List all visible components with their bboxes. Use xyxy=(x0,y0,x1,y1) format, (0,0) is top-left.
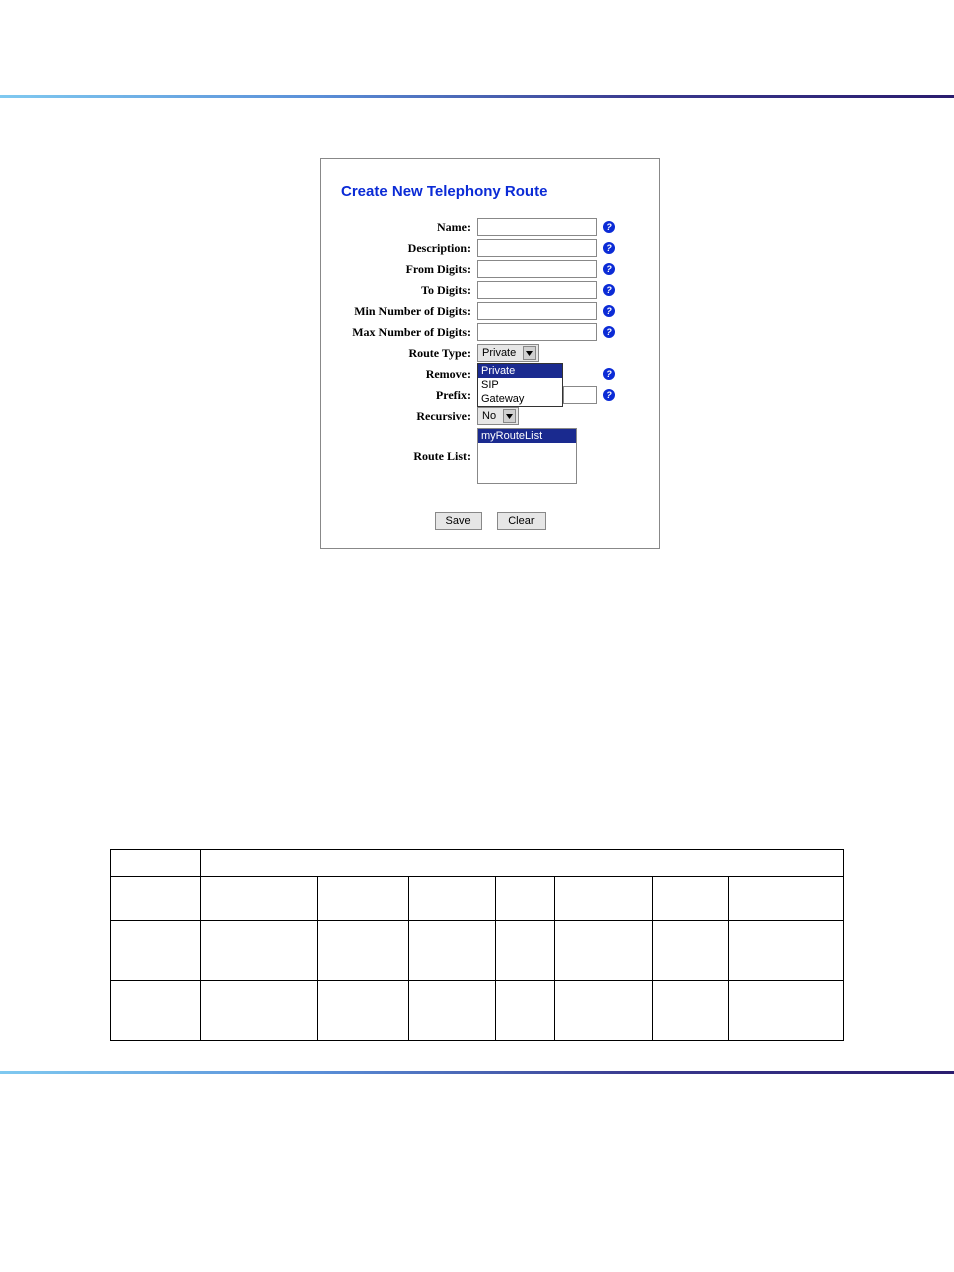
top-rule xyxy=(0,95,954,98)
routes-table: Telephony Route Properties Name From dig… xyxy=(110,849,844,1041)
label-from-digits: From Digits: xyxy=(341,260,477,277)
prefix-input[interactable] xyxy=(563,386,597,404)
recursive-selected: No xyxy=(482,410,496,422)
route-list-listbox[interactable]: myRouteList xyxy=(477,428,577,484)
from-digits-input[interactable] xyxy=(477,260,597,278)
label-route-type: Route Type: xyxy=(341,344,477,361)
help-icon[interactable]: ? xyxy=(603,368,615,380)
chevron-down-icon xyxy=(523,346,536,360)
label-route-list: Route List: xyxy=(341,449,477,464)
help-icon[interactable]: ? xyxy=(603,242,615,254)
recursive-select[interactable]: No xyxy=(477,407,519,425)
help-icon[interactable]: ? xyxy=(603,305,615,317)
row-name: Name: ? xyxy=(341,218,639,236)
table-row: Route 2 Private 2 600000 629999 6 6 0 0 xyxy=(111,981,844,1041)
name-input[interactable] xyxy=(477,218,597,236)
row-route-list: Route List: myRouteList xyxy=(341,428,639,484)
chevron-down-icon xyxy=(503,409,516,423)
route-type-dropdown[interactable]: Private SIP Gateway xyxy=(477,363,563,407)
route-type-select[interactable]: Private xyxy=(477,344,539,362)
th-blank xyxy=(111,850,201,877)
max-digits-input[interactable] xyxy=(477,323,597,341)
description-input[interactable] xyxy=(477,239,597,257)
dropdown-option-private[interactable]: Private xyxy=(478,364,562,378)
clear-button[interactable]: Clear xyxy=(497,512,545,530)
label-description: Description: xyxy=(341,239,477,256)
row-remove: Remove: ? Private SIP Gateway xyxy=(341,365,639,383)
label-prefix: Prefix: xyxy=(341,386,477,403)
route-type-selected: Private xyxy=(482,347,516,359)
label-to-digits: To Digits: xyxy=(341,281,477,298)
label-name: Name: xyxy=(341,218,477,235)
row-recursive: Recursive: No xyxy=(341,407,639,425)
row-max-digits: Max Number of Digits: ? xyxy=(341,323,639,341)
table-header-group-row: Telephony Route Properties xyxy=(111,850,844,877)
save-button[interactable]: Save xyxy=(435,512,482,530)
button-row: Save Clear xyxy=(341,512,639,530)
list-item[interactable]: myRouteList xyxy=(478,429,576,443)
help-icon[interactable]: ? xyxy=(603,221,615,233)
panel-title: Create New Telephony Route xyxy=(341,183,639,200)
label-recursive: Recursive: xyxy=(341,407,477,424)
create-route-panel: Create New Telephony Route Name: ? Descr… xyxy=(320,158,660,549)
help-icon[interactable]: ? xyxy=(603,326,615,338)
to-digits-input[interactable] xyxy=(477,281,597,299)
row-min-digits: Min Number of Digits: ? xyxy=(341,302,639,320)
help-icon[interactable]: ? xyxy=(603,284,615,296)
table-row: Route 1 Private 1 0 9 4 4 0 6 xyxy=(111,921,844,981)
min-digits-input[interactable] xyxy=(477,302,597,320)
dropdown-option-gateway[interactable]: Gateway xyxy=(478,392,562,406)
label-min-digits: Min Number of Digits: xyxy=(341,302,477,319)
bottom-rule xyxy=(0,1071,954,1074)
table-header-row: Name From digit To digit Min Max Remove … xyxy=(111,877,844,921)
help-icon[interactable]: ? xyxy=(603,389,615,401)
dropdown-option-sip[interactable]: SIP xyxy=(478,378,562,392)
label-max-digits: Max Number of Digits: xyxy=(341,323,477,340)
row-to-digits: To Digits: ? xyxy=(341,281,639,299)
row-description: Description: ? xyxy=(341,239,639,257)
label-remove: Remove: xyxy=(341,365,477,382)
row-route-type: Route Type: Private xyxy=(341,344,639,362)
help-icon[interactable]: ? xyxy=(603,263,615,275)
row-from-digits: From Digits: ? xyxy=(341,260,639,278)
